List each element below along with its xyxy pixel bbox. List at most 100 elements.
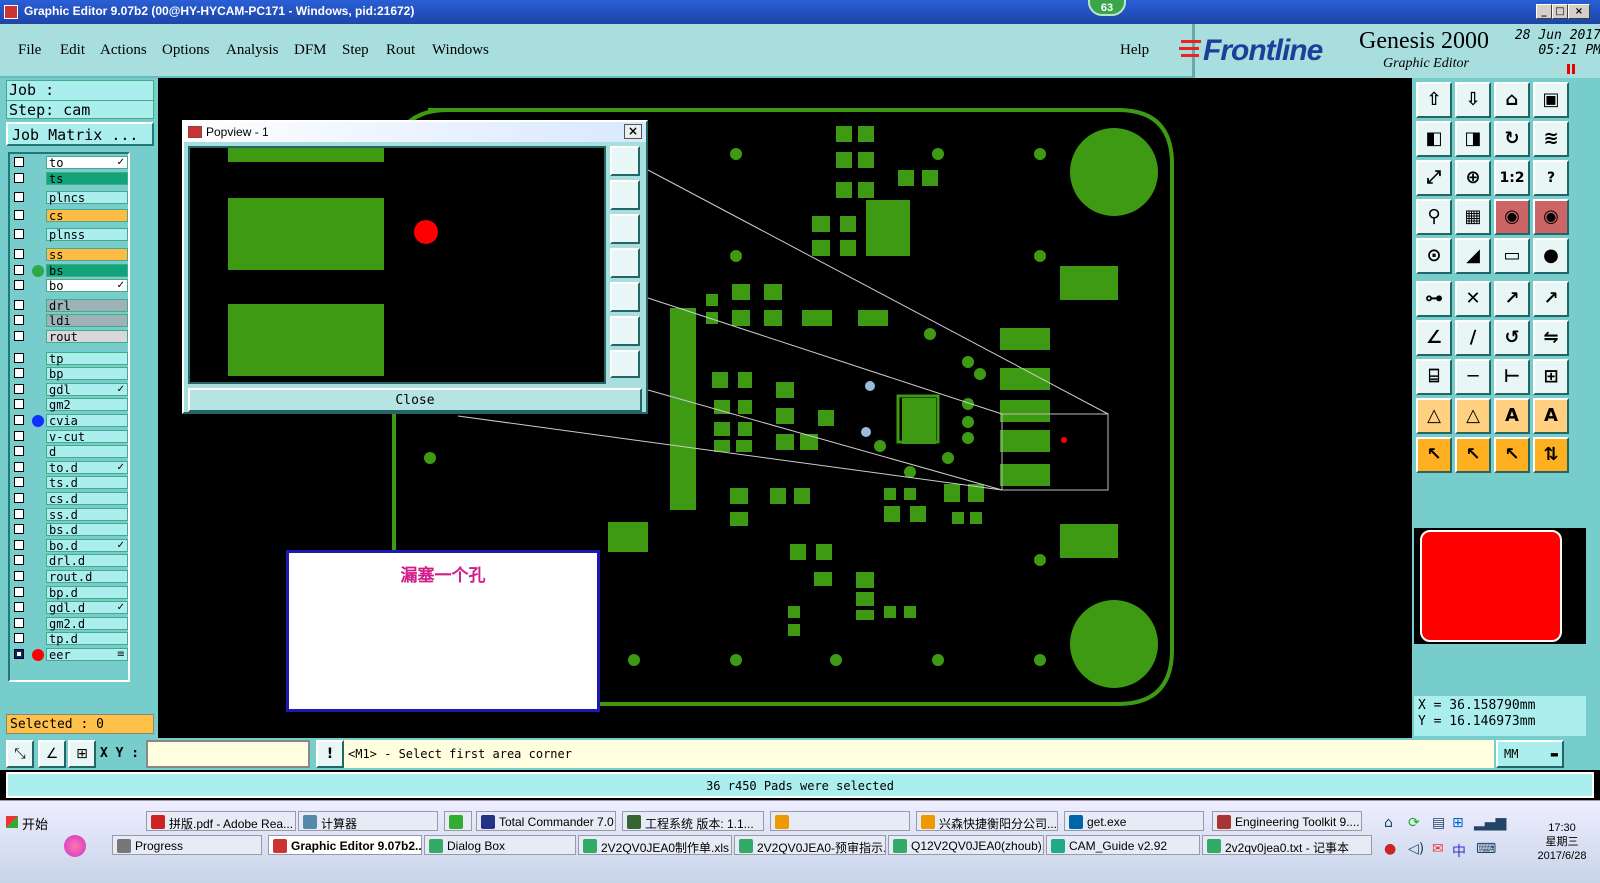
layer-row[interactable]: ldi — [12, 314, 128, 328]
layer-checkbox[interactable] — [14, 229, 24, 240]
highlight-b-button[interactable]: ◉ — [1533, 199, 1569, 235]
tray-network-icon[interactable]: ⌂ — [1384, 815, 1393, 831]
pointer-button[interactable]: ↖ — [1416, 437, 1452, 473]
layer-name[interactable]: plnss — [46, 228, 128, 242]
highlight-a-button[interactable]: ◉ — [1494, 199, 1530, 235]
menu-file[interactable]: File — [18, 42, 41, 59]
layer-name[interactable]: bp.d — [46, 585, 128, 599]
layer-row[interactable]: ss — [12, 248, 128, 262]
layer-name[interactable]: ss.d — [46, 507, 128, 521]
layer-name[interactable]: bo ✓ — [46, 279, 128, 293]
layer-name[interactable]: plncs — [46, 191, 128, 205]
warning-button[interactable]: ! — [316, 740, 344, 768]
pointer-d-button[interactable]: ⇅ — [1533, 437, 1569, 473]
warn-d-button[interactable]: A — [1533, 398, 1569, 434]
layer-row[interactable]: bp — [12, 367, 128, 381]
layer-name[interactable]: drl.d — [46, 554, 128, 568]
layer-row[interactable]: d — [12, 445, 128, 459]
layer-checkbox[interactable] — [14, 264, 24, 275]
job-matrix-button[interactable]: Job Matrix ... — [6, 122, 154, 146]
layer-name[interactable]: rout — [46, 330, 128, 344]
layer-name[interactable]: tp.d — [46, 632, 128, 646]
taskbar-item[interactable]: 工程系统 版本: 1.1... — [622, 811, 764, 831]
select-net-button[interactable]: ⌸ — [1416, 359, 1452, 395]
layer-row[interactable]: tp — [12, 351, 128, 366]
menu-help[interactable]: Help — [1120, 42, 1149, 59]
layer-row[interactable]: drl — [12, 298, 128, 313]
layer-row[interactable]: to ✓ — [12, 156, 128, 170]
layer-row[interactable]: rout — [12, 330, 128, 344]
layer-checkbox[interactable] — [14, 383, 24, 394]
warn-b-button[interactable]: △ — [1455, 398, 1491, 434]
layer-checkbox[interactable] — [14, 157, 24, 167]
layer-name[interactable]: cs — [46, 208, 128, 222]
layer-checkbox[interactable] — [14, 602, 24, 613]
layer-row[interactable]: plnss — [12, 228, 128, 242]
layer-name[interactable]: bs — [46, 263, 128, 277]
help-button[interactable]: ? — [1533, 160, 1569, 196]
layer-row[interactable]: cs — [12, 208, 128, 223]
layer-checkbox[interactable] — [14, 415, 24, 425]
layer-row[interactable]: cvia — [12, 414, 128, 428]
popview-close-button[interactable]: Close — [188, 388, 642, 412]
taskbar-item[interactable]: get.exe — [1064, 811, 1204, 831]
align-button[interactable]: ⊢ — [1494, 359, 1530, 395]
layer-checkbox[interactable] — [14, 280, 24, 291]
tray-signal-icon[interactable]: ▂▄▆ — [1474, 815, 1506, 831]
split-button[interactable]: ─ — [1455, 359, 1491, 395]
taskbar-item[interactable]: CAM_Guide v2.92 — [1046, 835, 1200, 855]
taskbar-item[interactable] — [444, 811, 472, 831]
close-button[interactable]: × — [1568, 4, 1590, 19]
taskbar-item[interactable]: Graphic Editor 9.07b2... — [268, 835, 422, 855]
xy-input[interactable] — [146, 740, 310, 768]
start-button[interactable]: 开始 — [2, 811, 52, 833]
layer-checkbox[interactable] — [14, 477, 24, 488]
diagonal-button[interactable]: ∕ — [1455, 320, 1491, 356]
layer-row[interactable]: gdl.d ✓ — [12, 601, 128, 615]
taskbar-item[interactable]: Engineering Toolkit 9.... — [1212, 811, 1362, 831]
restore-button[interactable]: □ — [1552, 4, 1568, 19]
layer-checkbox[interactable] — [14, 446, 24, 457]
tray-net-icon[interactable]: ⊞ — [1452, 815, 1464, 831]
pointer-c-button[interactable]: ↖ — [1494, 437, 1530, 473]
layer-name[interactable]: ts.d — [46, 476, 128, 490]
layer-checkbox[interactable] — [14, 352, 24, 363]
view-home-button[interactable]: ⇧ — [1416, 82, 1452, 118]
tray-update-icon[interactable]: ⟳ — [1408, 815, 1420, 831]
connect-button[interactable]: ⊶ — [1416, 281, 1452, 317]
layer-row[interactable]: rout.d — [12, 570, 128, 584]
layer-checkbox[interactable] — [14, 539, 24, 550]
layer-row[interactable]: plncs — [12, 191, 128, 205]
taskbar-item[interactable]: 2v2qv0jea0.txt - 记事本 — [1202, 835, 1372, 855]
layer-name[interactable]: gm2.d — [46, 616, 128, 630]
taskbar-item[interactable]: 兴森快捷衡阳分公司... — [916, 811, 1058, 831]
menu-actions[interactable]: Actions — [100, 42, 147, 59]
layer-checkbox[interactable] — [14, 633, 24, 644]
view-window-button[interactable]: ▣ — [1533, 82, 1569, 118]
taskbar-item[interactable]: 2V2QV0JEA0制作单.xls ... — [578, 835, 732, 855]
popview-pan-right-button[interactable] — [610, 282, 640, 312]
popview-viewport[interactable] — [188, 146, 606, 384]
menu-analysis[interactable]: Analysis — [226, 42, 279, 59]
taskbar-item[interactable]: Total Commander 7.0 ... — [476, 811, 616, 831]
popview-zoom-in-button[interactable] — [610, 316, 640, 346]
menu-rout[interactable]: Rout — [386, 42, 415, 59]
taskbar-item[interactable]: 拼版.pdf - Adobe Rea... — [146, 811, 296, 831]
layer-name[interactable]: gdl.d ✓ — [46, 601, 128, 615]
taskbar-item[interactable]: Q12V2QV0JEA0(zhoub).... — [888, 835, 1044, 855]
quicklaunch-icon[interactable] — [64, 835, 86, 857]
popview-zoom-fit-button[interactable] — [610, 146, 640, 176]
view-restore-button[interactable]: ⌂ — [1494, 82, 1530, 118]
cross-button[interactable]: ✕ — [1455, 281, 1491, 317]
tray-alert-icon[interactable]: ✉ — [1432, 841, 1444, 857]
layer-name[interactable]: bp — [46, 367, 128, 381]
layer-checkbox[interactable] — [14, 315, 24, 326]
layer-name[interactable]: ts — [46, 171, 128, 185]
layer-checkbox[interactable] — [14, 508, 24, 519]
layer-name[interactable]: rout.d — [46, 570, 128, 584]
zoom-extents-button[interactable]: ⊕ — [1455, 160, 1491, 196]
layer-row[interactable]: ts.d — [12, 476, 128, 490]
layer-checkbox[interactable] — [14, 586, 24, 597]
zoom-fit-button[interactable]: ⤢ — [1416, 160, 1452, 196]
tray-ime-icon[interactable]: 中 — [1452, 841, 1466, 861]
